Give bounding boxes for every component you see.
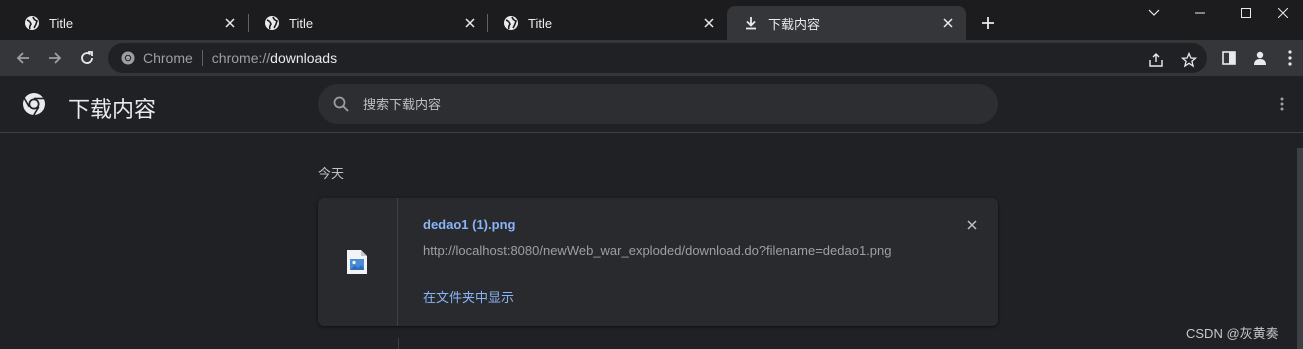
tab-label: Title [49,15,74,31]
page-title: 下载内容 [68,97,157,122]
site-chip: Chrome [143,50,193,66]
star-icon[interactable] [1179,50,1199,70]
plus-icon [982,17,994,29]
tab-1[interactable]: Title [8,6,248,40]
tab-label: Title [289,15,314,31]
close-icon[interactable] [220,13,240,33]
page-menu-button[interactable] [1272,94,1292,114]
downloads-list: 今天 dedao1 (1).png http://localhost:8080/… [0,134,1303,349]
globe-icon [503,15,519,31]
search-icon [332,95,350,113]
file-icon-column [318,198,398,326]
back-button[interactable] [9,44,37,72]
tab-strip: Title Title Title 下载内容 [0,0,1303,40]
tab-downloads[interactable]: 下载内容 [727,6,966,40]
reload-icon [81,51,93,64]
tab-2[interactable]: Title [248,6,488,40]
remove-item-button[interactable] [962,215,982,235]
close-icon[interactable] [699,13,719,33]
forward-button[interactable] [41,44,69,72]
side-panel-icon [1222,51,1236,65]
globe-icon [264,15,280,31]
tab-label: Title [528,15,553,31]
close-icon[interactable] [460,13,480,33]
maximize-icon [1241,8,1251,18]
chrome-logo-icon [22,92,46,116]
globe-icon [24,15,40,31]
downloads-header: 下载内容 [0,76,1303,133]
date-heading: 今天 [318,166,345,181]
file-name-link[interactable]: dedao1 (1).png [423,217,515,232]
search-input[interactable] [363,96,923,112]
chevron-down-icon [1148,9,1160,16]
image-file-icon [347,250,367,274]
show-in-folder-link[interactable]: 在文件夹中显示 [423,287,514,306]
more-vert-icon [1288,50,1292,66]
url-host: downloads [270,50,338,66]
arrow-right-icon [49,52,62,64]
next-item-divider [398,338,399,349]
profile-button[interactable] [1250,48,1270,68]
tab-label: 下载内容 [768,16,821,32]
new-tab-button[interactable] [976,11,1000,35]
chrome-icon [120,50,136,66]
close-icon [1278,8,1288,18]
download-icon [743,15,759,31]
more-vert-icon [1280,97,1284,111]
tab-search-button[interactable] [1131,0,1177,26]
close-icon[interactable] [938,13,958,33]
minimize-button[interactable] [1177,0,1223,26]
source-url: http://localhost:8080/newWeb_war_explode… [423,243,892,258]
avatar-icon [1254,51,1266,65]
address-bar[interactable]: Chrome chrome:// downloads [108,43,1207,73]
reload-button[interactable] [73,44,101,72]
minimize-icon [1195,12,1205,14]
toolbar: Chrome chrome:// downloads [0,40,1303,76]
close-window-button[interactable] [1260,0,1303,26]
url-scheme: chrome:// [211,50,271,66]
search-box[interactable] [318,84,998,124]
watermark: CSDN @灰黄奏 [1186,326,1279,341]
divider [201,50,203,66]
arrow-left-icon [16,52,29,64]
side-panel-button[interactable] [1219,48,1239,68]
scrollbar[interactable] [1297,148,1303,349]
share-icon[interactable] [1146,50,1166,70]
close-icon [967,220,977,230]
download-item: dedao1 (1).png http://localhost:8080/new… [318,198,998,326]
tab-3[interactable]: Title [487,6,727,40]
chrome-menu-button[interactable] [1280,48,1300,68]
